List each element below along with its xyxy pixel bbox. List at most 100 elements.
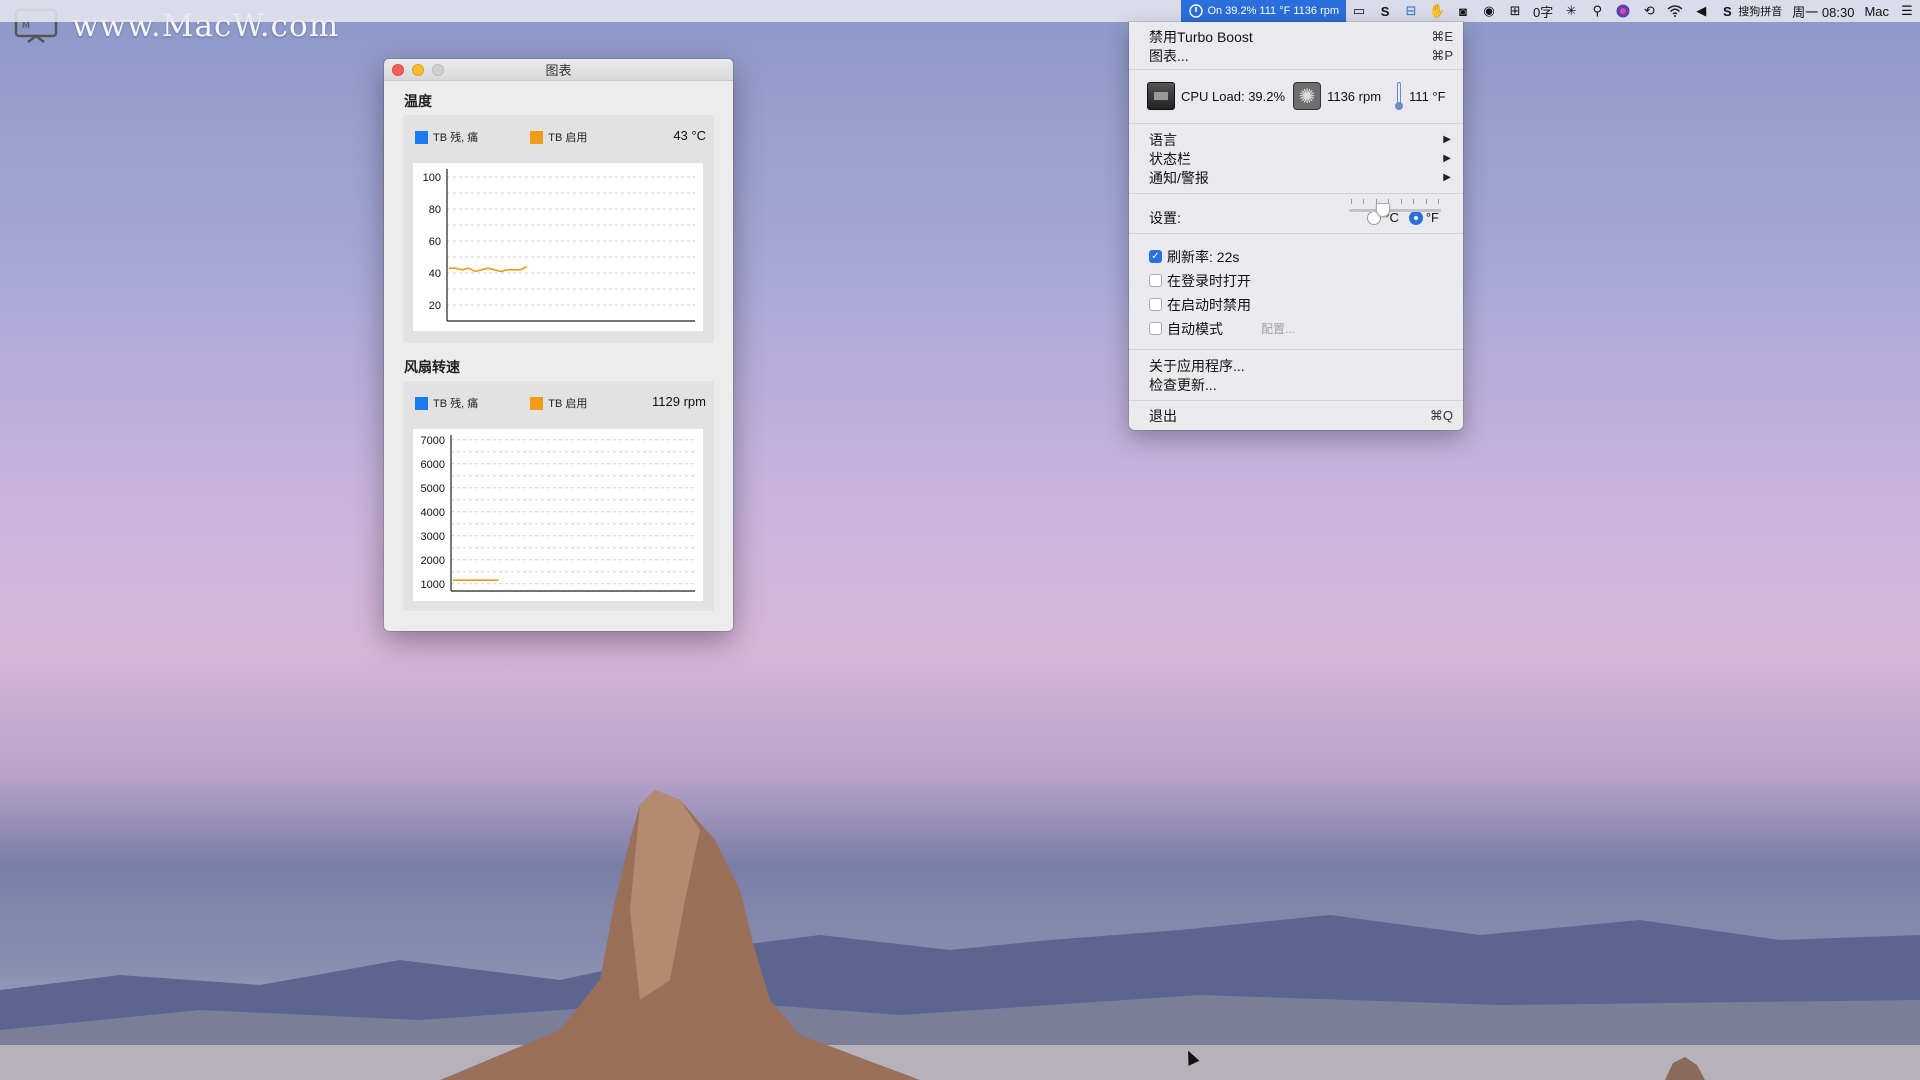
- time-machine-item[interactable]: ⟲: [1636, 0, 1662, 22]
- quit-item[interactable]: 退出 ⌘Q: [1149, 406, 1453, 425]
- disable-at-launch-checkbox[interactable]: [1149, 298, 1162, 311]
- fan-legend: TB 残, 痛 TB 启用: [415, 395, 639, 411]
- siri-item[interactable]: [1610, 0, 1636, 22]
- minimize-button[interactable]: [412, 64, 424, 76]
- close-button[interactable]: [392, 64, 404, 76]
- s-app-status-item[interactable]: S: [1372, 0, 1398, 22]
- legend-entry: TB 残, 痛: [415, 129, 478, 145]
- thermometer-icon: [1395, 82, 1404, 110]
- separator: [1129, 123, 1463, 124]
- charts-item[interactable]: 图表... ⌘P: [1149, 46, 1453, 65]
- wifi-icon: [1667, 3, 1683, 19]
- hand-status-item[interactable]: ✋: [1424, 0, 1450, 22]
- video-icon: ▭: [1352, 3, 1366, 18]
- y-tick-label: 80: [429, 204, 441, 216]
- alfred-icon: ◉: [1483, 3, 1495, 18]
- refresh-rate-item[interactable]: ✓ 刷新率: 22s: [1149, 247, 1453, 266]
- y-tick-label: 4000: [421, 507, 445, 519]
- svg-text:M: M: [22, 21, 31, 31]
- sogou-icon: S: [1722, 3, 1732, 19]
- sogou-ime-item[interactable]: S 搜狗拼音: [1714, 0, 1787, 22]
- fan-readout: 1129 rpm: [652, 394, 706, 409]
- wifi-item[interactable]: [1662, 0, 1688, 22]
- grid-icon: ⊞: [1509, 3, 1521, 18]
- temperature-legend: TB 残, 痛 TB 启用: [415, 129, 639, 145]
- series-line: [449, 265, 528, 273]
- alfred-status-item[interactable]: ◉: [1476, 0, 1502, 22]
- slider-knob[interactable]: [1376, 203, 1391, 217]
- auto-mode-checkbox[interactable]: [1149, 322, 1162, 335]
- open-at-login-checkbox[interactable]: [1149, 274, 1162, 287]
- input-count-text: 0字: [1533, 4, 1554, 20]
- volume-item[interactable]: ◀: [1688, 0, 1714, 22]
- auto-mode-item[interactable]: 自动模式 配置...: [1149, 319, 1453, 338]
- notifications-item[interactable]: 通知/警报 ▶: [1149, 168, 1453, 187]
- clock-text: 周一 08:30: [1792, 4, 1855, 20]
- legend-label: TB 残, 痛: [433, 398, 479, 410]
- remote-icon: ⊟: [1405, 3, 1417, 18]
- status-readout-row: CPU Load: 39.2% ✺ 1136 rpm 111 °F: [1147, 82, 1446, 110]
- legend-swatch-blue: [415, 396, 428, 410]
- user-text: Mac: [1864, 3, 1889, 19]
- refresh-label: 刷新率: 22s: [1167, 248, 1240, 265]
- disable-turbo-item[interactable]: 禁用Turbo Boost ⌘E: [1149, 27, 1453, 46]
- separator: [1129, 400, 1463, 401]
- slider-ticks: [1351, 199, 1439, 204]
- temperature-section-title: 温度: [404, 93, 432, 109]
- legend-swatch-orange: [530, 130, 544, 144]
- brightness-status-item[interactable]: ✳: [1558, 0, 1584, 22]
- user-item[interactable]: Mac: [1859, 0, 1894, 22]
- y-tick-label: 100: [423, 172, 441, 184]
- app-status-item[interactable]: ◙: [1450, 0, 1476, 22]
- menu-bar: On 39.2% 111 °F 1136 rpm ▭ S ⊟ ✋ ◙ ◉ ⊞ 0…: [0, 0, 1920, 22]
- charts-label: 图表...: [1149, 47, 1189, 64]
- desktop-background: [0, 0, 1920, 1080]
- clock-item[interactable]: 周一 08:30: [1787, 0, 1859, 22]
- siri-icon: [1615, 3, 1631, 19]
- video-status-item[interactable]: ▭: [1346, 0, 1372, 22]
- submenu-arrow-icon: ▶: [1443, 134, 1451, 145]
- open-at-login-label: 在登录时打开: [1167, 272, 1251, 289]
- disable-at-launch-item[interactable]: 在启动时禁用: [1149, 295, 1453, 314]
- spotlight-item[interactable]: ⚲: [1584, 0, 1610, 22]
- refresh-checkbox[interactable]: ✓: [1149, 250, 1162, 263]
- turbo-boost-status-item[interactable]: On 39.2% 111 °F 1136 rpm: [1181, 0, 1347, 22]
- separator: [1129, 69, 1463, 70]
- y-tick-label: 1000: [421, 579, 445, 591]
- fan-rpm-text: 1136 rpm: [1327, 88, 1382, 104]
- ime-label: 搜狗拼音: [1738, 6, 1783, 18]
- legend-label: TB 残, 痛: [433, 132, 479, 144]
- notification-center-item[interactable]: ☰: [1894, 0, 1920, 22]
- rock-small: [1665, 1057, 1705, 1080]
- grid-status-item[interactable]: ⊞: [1502, 0, 1528, 22]
- separator: [1129, 193, 1463, 194]
- separator: [1129, 349, 1463, 350]
- open-at-login-item[interactable]: 在登录时打开: [1149, 271, 1453, 290]
- fan-section-title: 风扇转速: [404, 359, 460, 375]
- about-item[interactable]: 关于应用程序...: [1149, 356, 1453, 375]
- check-updates-item[interactable]: 检查更新...: [1149, 375, 1453, 394]
- language-item[interactable]: 语言 ▶: [1149, 130, 1453, 149]
- y-tick-label: 7000: [421, 435, 445, 447]
- list-icon: ☰: [1901, 3, 1913, 18]
- y-tick-label: 6000: [421, 459, 445, 471]
- fan-panel: TB 残, 痛 TB 启用 1129 rpm 7000 6000 5000 4000 3…: [403, 381, 714, 611]
- temperature-readout: 43 °C: [673, 128, 706, 143]
- refresh-rate-slider[interactable]: [1349, 197, 1441, 219]
- separator: [1129, 233, 1463, 234]
- window-title: 图表: [545, 63, 572, 78]
- y-tick-label: 20: [429, 300, 441, 312]
- temperature-plot: 100 80 60 40 20: [413, 163, 703, 331]
- remote-status-item[interactable]: ⊟: [1398, 0, 1424, 22]
- cpu-chip-icon: [1147, 82, 1175, 110]
- quit-shortcut: ⌘Q: [1429, 407, 1453, 423]
- check-updates-label: 检查更新...: [1149, 376, 1217, 393]
- window-titlebar[interactable]: 图表: [384, 59, 733, 81]
- s-app-icon: S: [1380, 3, 1390, 19]
- about-label: 关于应用程序...: [1149, 357, 1245, 374]
- legend-swatch-blue: [415, 130, 428, 144]
- input-count-item[interactable]: 0字: [1528, 0, 1558, 22]
- legend-entry: TB 启用: [530, 129, 587, 145]
- charts-shortcut: ⌘P: [1431, 47, 1453, 63]
- status-bar-item[interactable]: 状态栏 ▶: [1149, 149, 1453, 168]
